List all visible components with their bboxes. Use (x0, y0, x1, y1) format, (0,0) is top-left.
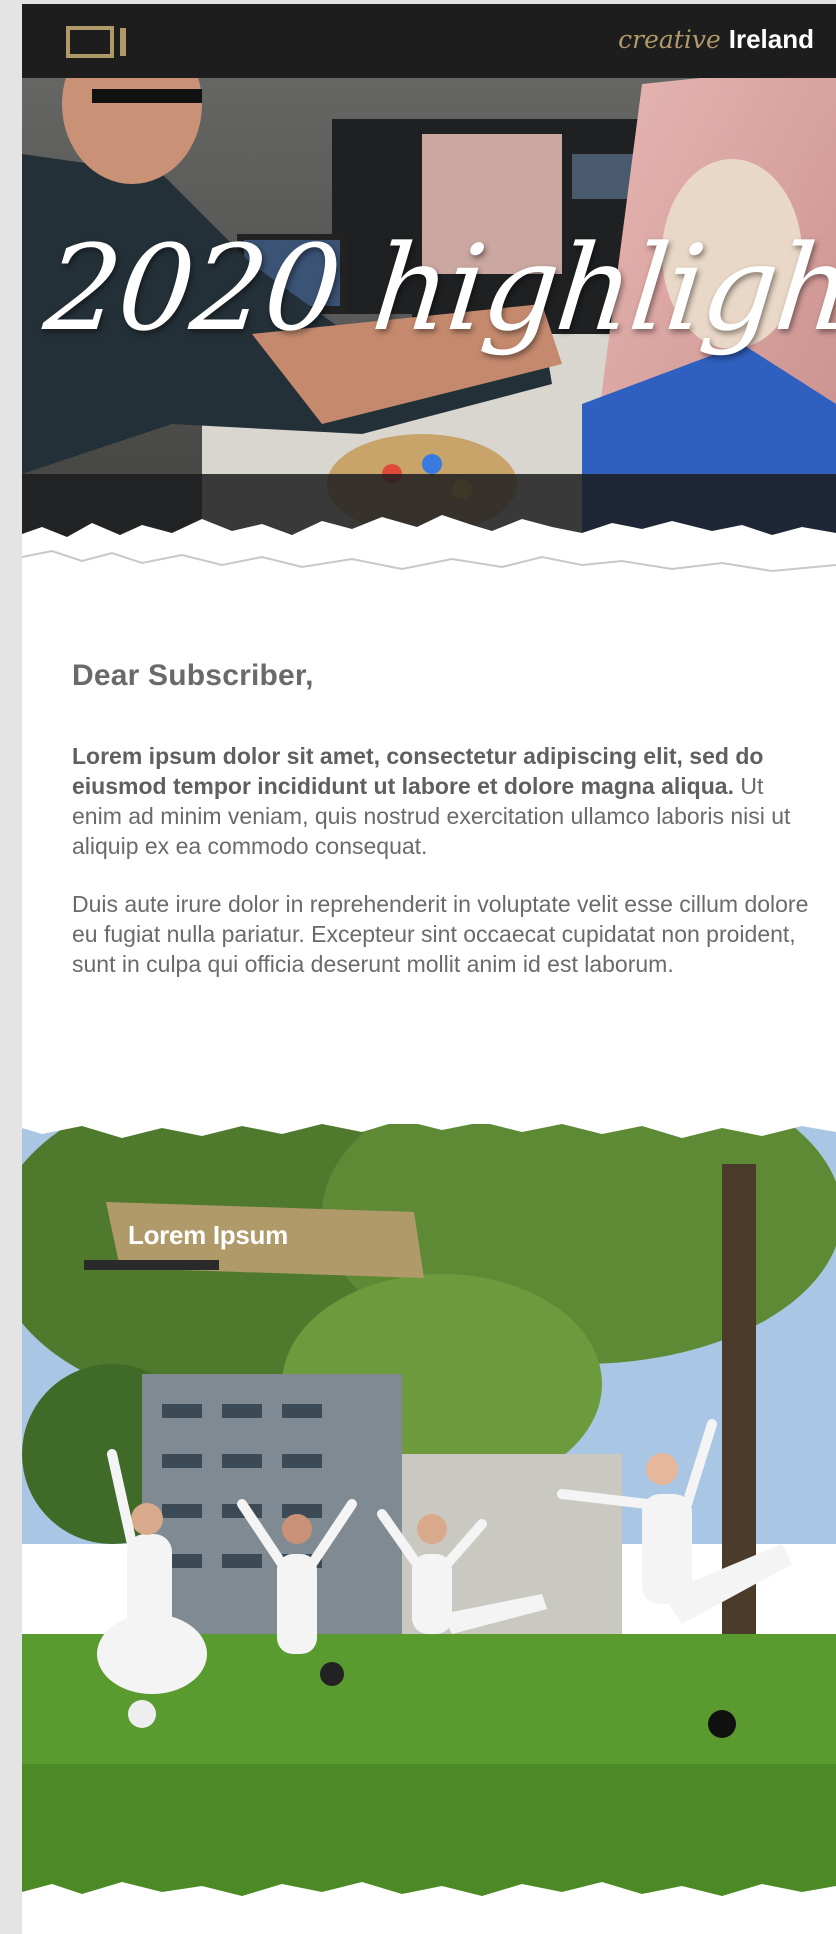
torn-edge-divider (22, 515, 836, 604)
hero-title: 2020 highlights (38, 219, 836, 357)
email-frame: 2020 highlights creative Ireland Dear Su… (22, 4, 836, 1934)
brand-script-text: creative (618, 25, 721, 54)
letter-body: Dear Subscriber, Lorem ipsum dolor sit a… (72, 659, 812, 1007)
torn-edge-divider (22, 1882, 836, 1934)
brand-wordmark[interactable]: creative Ireland (618, 24, 814, 58)
section-tag-label: Lorem Ipsum (128, 1220, 288, 1250)
ci-logo-icon[interactable] (66, 24, 134, 60)
greeting-heading: Dear Subscriber, (72, 659, 314, 692)
second-paragraph: Duis aute irure dolor in reprehenderit i… (72, 891, 809, 977)
hero-image: 2020 highlights (22, 4, 836, 584)
torn-edge-divider (22, 1114, 836, 1138)
intro-bold-text: Lorem ipsum dolor sit amet, consectetur … (72, 743, 764, 799)
intro-paragraph: Lorem ipsum dolor sit amet, consectetur … (72, 741, 812, 861)
header-bar: creative Ireland (22, 4, 836, 78)
brand-bold-text: Ireland (728, 24, 814, 54)
